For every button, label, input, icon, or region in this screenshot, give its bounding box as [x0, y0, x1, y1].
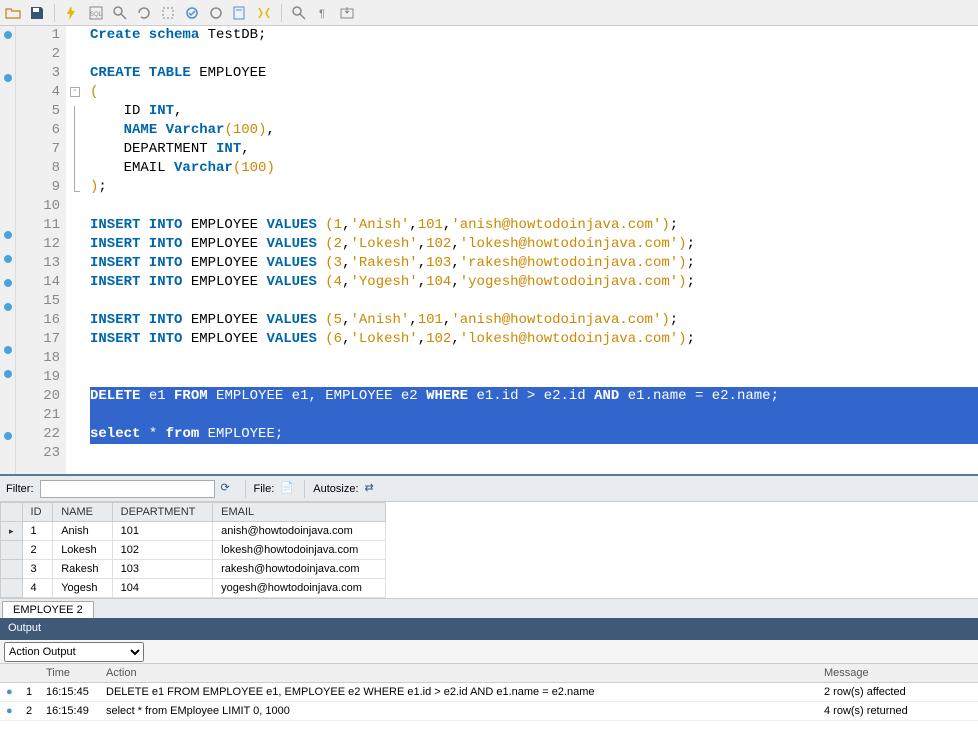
col-header[interactable]: EMAIL	[213, 503, 386, 522]
fold-gutter: -	[66, 26, 84, 474]
open-file-icon[interactable]	[4, 4, 22, 22]
autosize-icon[interactable]: ⇄	[365, 481, 381, 497]
refresh-icon[interactable]	[135, 4, 153, 22]
marker-gutter	[0, 26, 16, 474]
autosize-label: Autosize:	[313, 483, 358, 495]
rollback-icon[interactable]	[207, 4, 225, 22]
pin-icon[interactable]: ¶	[314, 4, 332, 22]
execute-icon[interactable]	[63, 4, 81, 22]
code-area[interactable]: Create schema TestDB;CREATE TABLE EMPLOY…	[84, 26, 978, 474]
result-tab-strip: EMPLOYEE 2	[0, 598, 978, 620]
filter-label: Filter:	[6, 483, 34, 495]
output-header: Output	[0, 620, 978, 640]
main-toolbar: SQL ¶	[0, 0, 978, 26]
col-header[interactable]: ID	[22, 503, 53, 522]
refresh-filter-icon[interactable]: ⟳	[221, 481, 237, 497]
col-header[interactable]: DEPARTMENT	[112, 503, 213, 522]
sql-icon[interactable]: SQL	[87, 4, 105, 22]
format-icon[interactable]	[255, 4, 273, 22]
table-row[interactable]: 1Anish101anish@howtodoinjava.com	[1, 522, 386, 541]
commit-icon[interactable]	[183, 4, 201, 22]
status-ok-icon	[0, 683, 20, 702]
output-row[interactable]: 216:15:49select * from EMployee LIMIT 0,…	[0, 702, 978, 721]
output-grid: TimeActionMessage116:15:45DELETE e1 FROM…	[0, 664, 978, 733]
sql-editor[interactable]: 1234567891011121314151617181920212223 - …	[0, 26, 978, 476]
script-icon[interactable]	[231, 4, 249, 22]
status-ok-icon	[0, 702, 20, 721]
filter-input[interactable]	[40, 480, 215, 498]
table-row[interactable]: 4Yogesh104yogesh@howtodoinjava.com	[1, 579, 386, 598]
output-table[interactable]: TimeActionMessage116:15:45DELETE e1 FROM…	[0, 664, 978, 721]
zoom-icon[interactable]	[290, 4, 308, 22]
svg-text:SQL: SQL	[90, 12, 103, 18]
result-tab[interactable]: EMPLOYEE 2	[2, 601, 94, 618]
export-icon[interactable]	[338, 4, 356, 22]
line-number-gutter: 1234567891011121314151617181920212223	[16, 26, 66, 474]
col-header[interactable]: NAME	[53, 503, 112, 522]
output-row[interactable]: 116:15:45DELETE e1 FROM EMPLOYEE e1, EMP…	[0, 683, 978, 702]
table-row[interactable]: 3Rakesh103rakesh@howtodoinjava.com	[1, 560, 386, 579]
file-export-icon[interactable]: 📄	[280, 481, 296, 497]
svg-text:¶: ¶	[319, 8, 325, 20]
result-grid[interactable]: IDNAMEDEPARTMENTEMAIL1Anish101anish@howt…	[0, 502, 386, 598]
file-label: File:	[254, 483, 275, 495]
table-row[interactable]: 2Lokesh102lokesh@howtodoinjava.com	[1, 541, 386, 560]
stop-icon[interactable]	[159, 4, 177, 22]
find-icon[interactable]	[111, 4, 129, 22]
output-toolbar: Action Output	[0, 640, 978, 664]
result-filter-bar: Filter: ⟳ File: 📄 Autosize: ⇄	[0, 476, 978, 502]
output-mode-select[interactable]: Action Output	[4, 642, 144, 662]
save-icon[interactable]	[28, 4, 46, 22]
result-grid-pane: IDNAMEDEPARTMENTEMAIL1Anish101anish@howt…	[0, 502, 978, 598]
